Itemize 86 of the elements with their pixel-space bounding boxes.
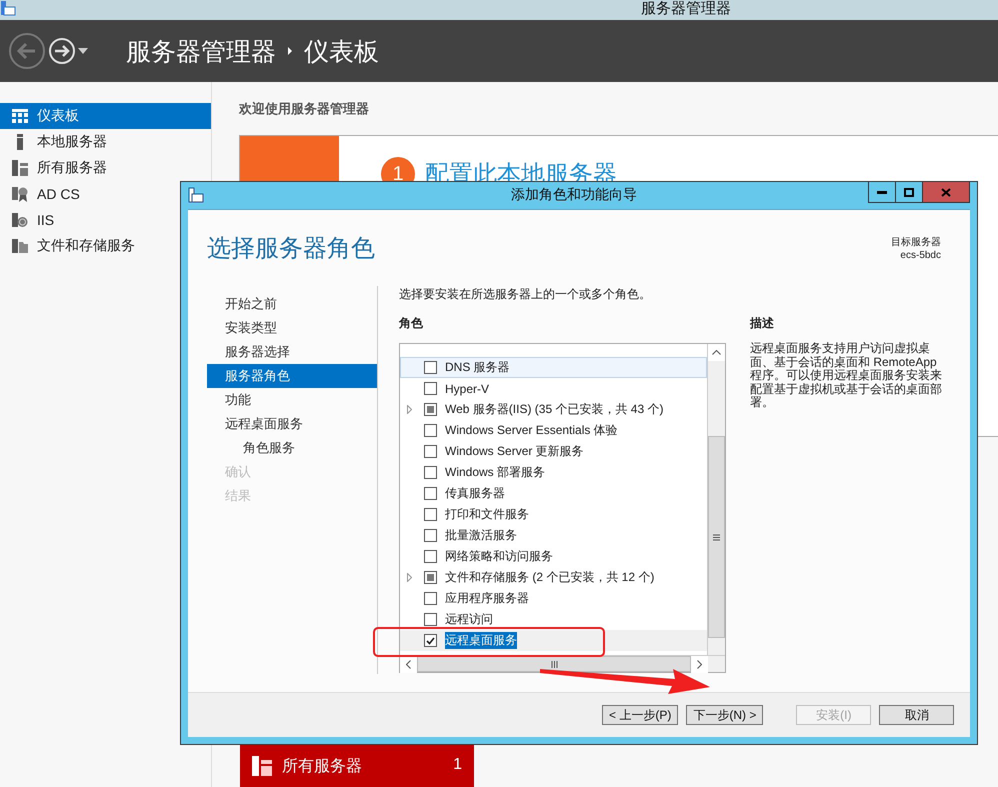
certificate-server-icon xyxy=(12,186,28,202)
expand-icon[interactable] xyxy=(407,405,412,414)
checkbox[interactable] xyxy=(424,403,437,416)
welcome-title: 欢迎使用服务器管理器 xyxy=(239,100,370,118)
role-row[interactable]: DNS 服务器 xyxy=(400,357,707,378)
sidebar-item[interactable]: AD CS xyxy=(0,181,211,207)
wizard-step[interactable]: 开始之前 xyxy=(207,292,377,316)
breadcrumb-separator-icon xyxy=(288,47,292,55)
maximize-icon xyxy=(904,188,914,196)
checkbox[interactable] xyxy=(424,445,437,458)
description-label: 描述 xyxy=(750,315,775,332)
role-row[interactable]: 应用程序服务器 xyxy=(400,588,707,609)
sidebar-item[interactable]: 所有服务器 xyxy=(0,155,211,181)
checkbox[interactable] xyxy=(424,382,437,395)
description-text: 远程桌面服务支持用户访问虚拟桌面、基于会话的桌面和 RemoteApp 程序。可以使用远程桌面服务安装来配置基于虚拟机或基于会话的桌面部署。 xyxy=(750,342,943,410)
close-button[interactable] xyxy=(923,182,969,202)
grip-icon xyxy=(550,660,558,668)
scroll-right-button[interactable] xyxy=(691,656,708,673)
wizard-step[interactable]: 角色服务 xyxy=(207,436,377,460)
servers-tile[interactable]: 所有服务器 1 xyxy=(240,742,474,787)
instruction-text: 选择要安装在所选服务器上的一个或多个角色。 xyxy=(399,286,652,303)
chevron-up-icon xyxy=(712,350,721,355)
chevron-right-icon xyxy=(697,660,702,669)
toolbox-icon xyxy=(188,187,204,203)
roles-label: 角色 xyxy=(399,315,424,332)
folder-server-icon xyxy=(12,238,28,254)
role-row[interactable]: Hyper-V xyxy=(400,378,707,399)
wizard-step[interactable]: 远程桌面服务 xyxy=(207,412,377,436)
role-row[interactable]: Windows Server Essentials 体验 xyxy=(400,420,707,441)
checkbox[interactable] xyxy=(424,592,437,605)
role-row[interactable]: Windows Server 更新服务 xyxy=(400,441,707,462)
wizard-button[interactable]: 下一步(N) > xyxy=(686,705,764,725)
dialog-title: 添加角色和功能向导 xyxy=(511,186,637,204)
role-row[interactable]: Windows 部署服务 xyxy=(400,462,707,483)
breadcrumb-item[interactable]: 仪表板 xyxy=(304,34,379,68)
web-server-icon xyxy=(12,212,28,228)
checkbox[interactable] xyxy=(424,613,437,626)
checkbox[interactable] xyxy=(424,508,437,521)
target-server-name: ecs-5bdc xyxy=(899,249,941,262)
scrollbar-thumb[interactable] xyxy=(708,436,725,638)
checkbox[interactable] xyxy=(424,550,437,563)
role-row[interactable]: 远程桌面服务 xyxy=(400,630,707,651)
checkbox[interactable] xyxy=(424,424,437,437)
grip-icon xyxy=(713,534,720,540)
window-title: 服务器管理器 xyxy=(641,0,731,18)
wizard-step[interactable]: 安装类型 xyxy=(207,316,377,340)
checkbox[interactable] xyxy=(424,361,437,374)
breadcrumb-item[interactable]: 服务器管理器 xyxy=(126,34,276,68)
tile-label: 所有服务器 xyxy=(282,757,363,777)
minimize-icon xyxy=(877,190,887,194)
expand-icon[interactable] xyxy=(407,573,412,582)
servers-icon xyxy=(12,160,28,176)
close-icon xyxy=(941,188,951,196)
role-row[interactable]: 批量激活服务 xyxy=(400,525,707,546)
role-row[interactable]: 远程访问 xyxy=(400,609,707,630)
servers-icon xyxy=(252,756,272,776)
forward-icon[interactable] xyxy=(48,37,76,65)
scrollbar-thumb[interactable] xyxy=(417,656,691,672)
role-row[interactable]: 网络策略和访问服务 xyxy=(400,546,707,567)
sidebar-item[interactable]: IIS xyxy=(0,207,211,233)
checkbox[interactable] xyxy=(424,487,437,500)
wizard-button[interactable]: < 上一步(P) xyxy=(602,705,678,725)
check-icon xyxy=(426,636,435,644)
target-server-label: 目标服务器 xyxy=(891,236,941,249)
sidebar-item[interactable]: 仪表板 xyxy=(0,103,211,129)
role-row[interactable]: 传真服务器 xyxy=(400,483,707,504)
wizard-step[interactable]: 服务器角色 xyxy=(207,364,377,388)
page-heading: 选择服务器角色 xyxy=(207,234,375,264)
role-row[interactable]: 文件和存储服务 (2 个已安装，共 12 个) xyxy=(400,567,707,588)
wizard-step[interactable]: 服务器选择 xyxy=(207,340,377,364)
sidebar-item[interactable]: 本地服务器 xyxy=(0,129,211,155)
role-row[interactable]: Web 服务器(IIS) (35 个已安装，共 43 个) xyxy=(400,399,707,420)
chevron-left-icon xyxy=(406,660,411,669)
toolbox-icon xyxy=(0,0,16,16)
scroll-left-button[interactable] xyxy=(400,656,417,673)
tile-count: 1 xyxy=(453,756,462,774)
checkbox[interactable] xyxy=(424,466,437,479)
wizard-step[interactable]: 功能 xyxy=(207,388,377,412)
wizard-button[interactable]: 取消 xyxy=(879,705,954,725)
checkbox[interactable] xyxy=(424,634,437,647)
checkbox[interactable] xyxy=(424,529,437,542)
dropdown-caret-icon[interactable] xyxy=(78,48,88,54)
dashboard-grid-icon xyxy=(12,109,28,123)
role-row[interactable]: 打印和文件服务 xyxy=(400,504,707,525)
checkbox[interactable] xyxy=(424,571,437,584)
scroll-up-button[interactable] xyxy=(708,344,725,361)
